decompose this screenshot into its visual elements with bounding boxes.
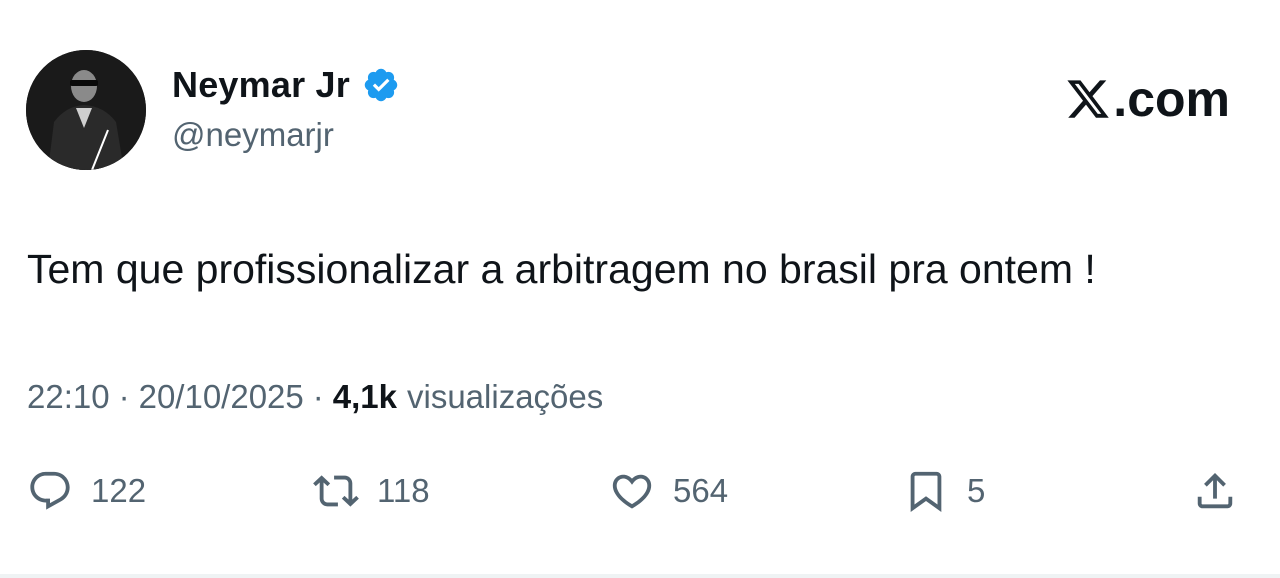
reply-count: 122 [91, 472, 147, 509]
tweet-time[interactable]: 22:10 [27, 378, 110, 416]
heart-icon [609, 468, 655, 514]
views-label: visualizações [407, 378, 604, 415]
like-count: 564 [673, 472, 729, 509]
retweet-button[interactable]: 118 [313, 468, 430, 514]
bookmark-count: 5 [967, 472, 986, 509]
author-name-row: Neymar Jr [172, 64, 400, 106]
verified-badge-icon[interactable] [362, 66, 400, 104]
avatar[interactable] [26, 50, 146, 170]
brand-label: .com [1113, 71, 1230, 127]
retweet-count: 118 [377, 472, 430, 509]
tweet-date[interactable]: 20/10/2025 [139, 378, 304, 416]
x-logo-icon [1065, 76, 1111, 122]
author-handle[interactable]: @neymarjr [172, 116, 334, 154]
reply-button[interactable]: 122 [27, 468, 146, 514]
divider [0, 574, 1280, 578]
share-button[interactable] [1192, 468, 1238, 514]
views-count: 4,1k [332, 378, 397, 415]
share-icon [1192, 468, 1238, 514]
meta-separator: · [312, 378, 324, 415]
display-name[interactable]: Neymar Jr [172, 64, 350, 106]
action-bar: 122 118 564 5 [0, 468, 1280, 524]
tweet-text: Tem que profissionalizar a arbitragem no… [27, 246, 1096, 292]
like-button[interactable]: 564 [609, 468, 728, 514]
reply-icon [27, 468, 73, 514]
bookmark-icon [903, 468, 949, 514]
bookmark-button[interactable]: 5 [903, 468, 985, 514]
tweet-meta: 22:10 · 20/10/2025 · 4,1k visualizações [27, 378, 603, 416]
tweet-card: Neymar Jr @neymarjr .com Tem que profiss… [0, 0, 1280, 578]
retweet-icon [313, 468, 359, 514]
meta-separator: · [118, 378, 130, 415]
brand-logo: .com [1065, 70, 1230, 128]
